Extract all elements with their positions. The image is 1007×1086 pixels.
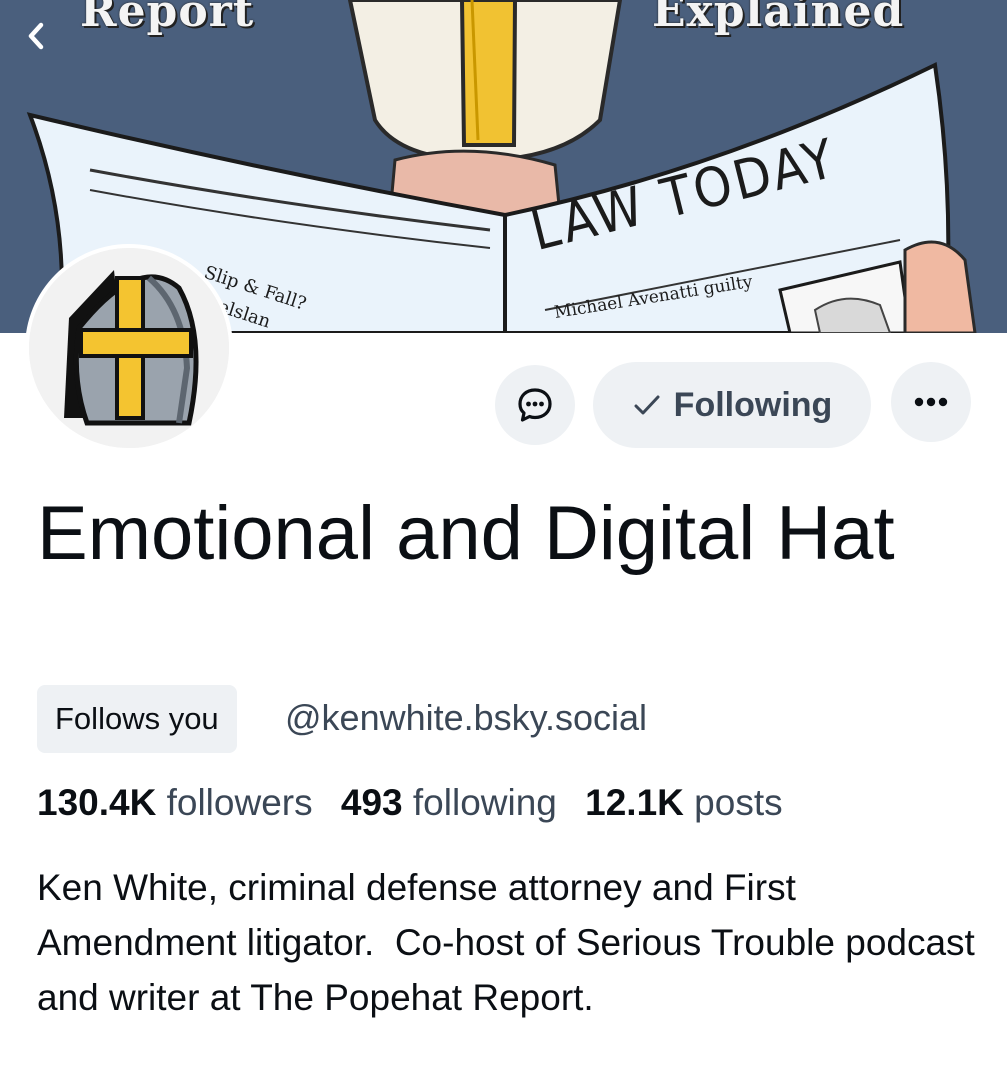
profile-handle[interactable]: @kenwhite.bsky.social [285,696,647,740]
following-label: Following [673,385,833,424]
back-button[interactable] [24,20,64,60]
chevron-left-icon [28,22,44,50]
banner-word-report: Report [80,0,255,37]
posts-count: 12.1K [585,782,684,823]
followers-label: followers [166,782,313,823]
mitre-hat-icon [29,248,229,448]
following-stat[interactable]: 493 following [341,782,585,823]
avatar-image [29,248,229,448]
following-count: 493 [340,782,403,823]
follows-you-badge: Follows you [37,685,237,753]
profile-page: Report Explained LAW TODAY Michael Avena… [0,0,1007,1086]
display-name: Emotional and Digital Hat [37,491,895,576]
followers-count: 130.4K [37,782,157,823]
followers-stat[interactable]: 130.4K followers [37,782,341,823]
chat-bubble-icon [518,388,552,422]
profile-bio: Ken White, criminal defense attorney and… [37,867,986,1018]
posts-label: posts [694,782,783,823]
message-button[interactable] [495,365,575,445]
checkmark-icon [634,395,660,415]
more-options-button[interactable] [891,362,971,442]
posts-stat: 12.1K posts [585,782,800,823]
following-stat-label: following [412,782,557,823]
profile-stats: 130.4K followers 493 following 12.1K pos… [37,781,801,825]
ellipsis-icon [914,397,948,407]
banner-word-explained: Explained [652,0,905,37]
following-button[interactable]: Following [593,362,871,448]
avatar[interactable] [25,244,233,452]
